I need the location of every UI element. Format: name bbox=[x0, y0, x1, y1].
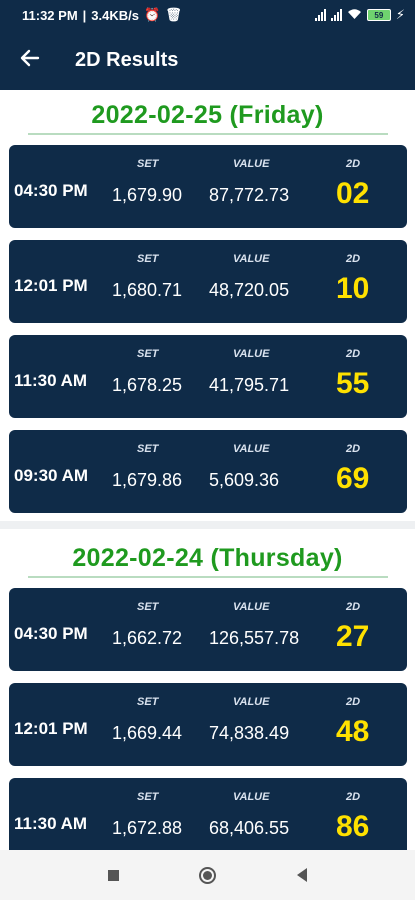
result-time: 11:30 AM bbox=[14, 814, 88, 833]
date-title: 2022-02-25 (Friday) bbox=[91, 100, 324, 129]
value-value: 126,557.78 bbox=[209, 628, 300, 648]
2d-result: 48 bbox=[336, 715, 370, 748]
date-title: 2022-02-24 (Thursday) bbox=[72, 543, 343, 572]
status-speed: 3.4KB/s bbox=[91, 7, 139, 23]
2d-result: 69 bbox=[336, 462, 370, 495]
set-label: SET bbox=[137, 696, 159, 708]
2d-label: 2D bbox=[346, 158, 361, 170]
value-value: 48,720.05 bbox=[209, 280, 290, 300]
result-time: 12:01 PM bbox=[14, 276, 88, 295]
result-time: 09:30 AM bbox=[14, 466, 89, 485]
2d-result: 55 bbox=[336, 367, 370, 400]
result-time: 11:30 AM bbox=[14, 371, 88, 390]
recents-button[interactable] bbox=[102, 863, 126, 887]
value-label: VALUE bbox=[233, 601, 270, 613]
value-label: VALUE bbox=[233, 348, 270, 360]
value-label: VALUE bbox=[233, 791, 270, 803]
result-card[interactable]: 04:30 PM SET VALUE 2D 1,662.72 126,557.7… bbox=[9, 588, 407, 671]
2d-result: 86 bbox=[336, 810, 370, 843]
2d-label: 2D bbox=[346, 443, 361, 455]
set-label: SET bbox=[137, 443, 159, 455]
status-bar: 11:32 PM | 3.4KB/s ⏰ 🗑 59 ⚡ bbox=[0, 0, 415, 30]
alarm-icon: ⏰ bbox=[144, 7, 161, 22]
set-value: 1,672.88 bbox=[112, 818, 183, 838]
set-value: 1,680.71 bbox=[112, 280, 183, 300]
page-title: 2D Results bbox=[75, 48, 179, 71]
set-value: 1,678.25 bbox=[112, 375, 183, 395]
set-label: SET bbox=[137, 791, 159, 803]
2d-result: 10 bbox=[336, 272, 370, 305]
result-time: 04:30 PM bbox=[14, 624, 88, 643]
2d-label: 2D bbox=[346, 253, 361, 265]
value-label: VALUE bbox=[233, 253, 270, 265]
set-value: 1,662.72 bbox=[112, 628, 183, 648]
results-list[interactable]: 2022-02-25 (Friday) 04:30 PM SET VALUE 2… bbox=[0, 90, 415, 850]
system-nav-bar bbox=[0, 850, 415, 900]
arrow-left-icon bbox=[20, 46, 40, 74]
value-label: VALUE bbox=[233, 696, 270, 708]
2d-label: 2D bbox=[346, 791, 361, 803]
result-card[interactable]: 11:30 AM SET VALUE 2D 1,672.88 68,406.55… bbox=[9, 778, 407, 850]
app-bar: 2D Results bbox=[0, 30, 415, 90]
set-label: SET bbox=[137, 253, 159, 265]
2d-label: 2D bbox=[346, 601, 361, 613]
back-button[interactable] bbox=[0, 30, 60, 90]
charging-icon: ⚡ bbox=[395, 7, 405, 22]
signal-icon bbox=[330, 9, 342, 21]
triangle-left-icon bbox=[296, 868, 307, 882]
set-value: 1,679.90 bbox=[112, 185, 183, 205]
divider bbox=[27, 575, 388, 578]
value-value: 41,795.71 bbox=[209, 375, 290, 395]
result-time: 12:01 PM bbox=[14, 719, 88, 738]
result-card[interactable]: 12:01 PM SET VALUE 2D 1,680.71 48,720.05… bbox=[9, 240, 407, 323]
system-back-button[interactable] bbox=[290, 863, 314, 887]
value-value: 68,406.55 bbox=[209, 818, 290, 838]
set-value: 1,669.44 bbox=[112, 723, 183, 743]
divider bbox=[27, 132, 388, 135]
2d-label: 2D bbox=[346, 348, 361, 360]
status-time: 11:32 PM bbox=[22, 7, 78, 23]
value-label: VALUE bbox=[233, 158, 270, 170]
set-value: 1,679.86 bbox=[112, 470, 183, 490]
date-header: 2022-02-24 (Thursday) bbox=[0, 533, 415, 588]
result-card[interactable]: 04:30 PM SET VALUE 2D 1,679.90 87,772.73… bbox=[9, 145, 407, 228]
signal-icon bbox=[314, 9, 326, 21]
battery-icon: 59 bbox=[366, 9, 391, 21]
2d-result: 02 bbox=[336, 177, 370, 210]
set-label: SET bbox=[137, 348, 159, 360]
value-value: 74,838.49 bbox=[209, 723, 290, 743]
2d-label: 2D bbox=[346, 696, 361, 708]
result-card[interactable]: 09:30 AM SET VALUE 2D 1,679.86 5,609.36 … bbox=[9, 430, 407, 513]
result-card[interactable]: 11:30 AM SET VALUE 2D 1,678.25 41,795.71… bbox=[9, 335, 407, 418]
date-header: 2022-02-25 (Friday) bbox=[0, 90, 415, 145]
wifi-icon bbox=[347, 8, 362, 23]
value-label: VALUE bbox=[233, 443, 270, 455]
square-icon bbox=[108, 869, 119, 881]
result-card[interactable]: 12:01 PM SET VALUE 2D 1,669.44 74,838.49… bbox=[9, 683, 407, 766]
set-label: SET bbox=[137, 158, 159, 170]
2d-result: 27 bbox=[336, 620, 370, 653]
set-label: SET bbox=[137, 601, 159, 613]
home-button[interactable] bbox=[196, 863, 220, 887]
trash-icon: 🗑 bbox=[165, 7, 182, 22]
group-separator bbox=[0, 521, 415, 529]
circle-icon bbox=[199, 866, 216, 884]
value-value: 5,609.36 bbox=[209, 470, 280, 490]
result-time: 04:30 PM bbox=[14, 181, 88, 200]
value-value: 87,772.73 bbox=[209, 185, 290, 205]
